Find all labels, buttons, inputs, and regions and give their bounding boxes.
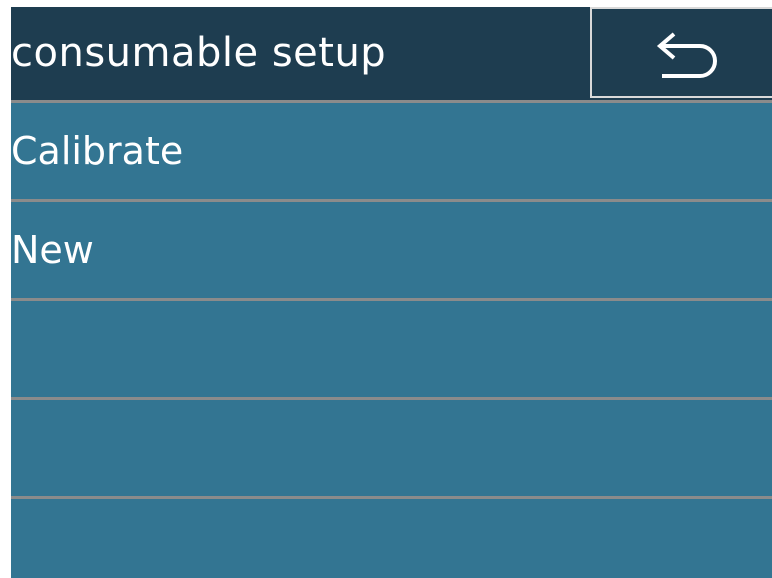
- menu-item-label: New: [11, 228, 94, 272]
- header-bar: consumable setup: [11, 7, 772, 100]
- menu-item-empty-4[interactable]: [11, 400, 772, 496]
- menu-item-empty-5[interactable]: [11, 499, 772, 578]
- back-button[interactable]: [590, 7, 772, 98]
- menu-item-new[interactable]: New: [11, 202, 772, 298]
- menu-item-calibrate[interactable]: Calibrate: [11, 103, 772, 199]
- consumable-setup-screen: consumable setup Calibrate New: [11, 7, 772, 578]
- page-title: consumable setup: [11, 30, 387, 76]
- menu-item-label: Calibrate: [11, 129, 184, 173]
- menu-item-empty-3[interactable]: [11, 301, 772, 397]
